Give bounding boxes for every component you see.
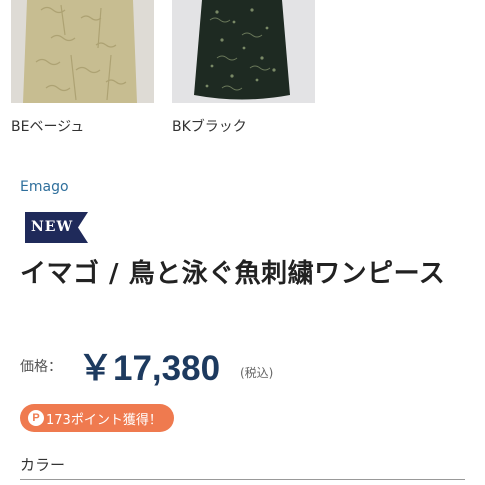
black-dress-photo[interactable]	[172, 0, 315, 103]
variant-black[interactable]: BKブラック	[172, 0, 315, 135]
beige-dress-photo[interactable]	[11, 0, 154, 103]
new-badge: NEW	[25, 212, 88, 243]
points-text: 173ポイント獲得！	[46, 412, 162, 428]
product-title: イマゴ / 鳥と泳ぐ魚刺繍ワンピース	[20, 259, 446, 289]
divider	[20, 479, 465, 480]
color-section-label: カラー	[20, 456, 66, 474]
variant-black-label: BKブラック	[172, 119, 247, 135]
tax-note: (税込)	[240, 366, 274, 380]
price-value: ￥17,380	[78, 349, 221, 388]
points-badge: P 173ポイント獲得！	[20, 404, 174, 432]
variant-beige-label: BEベージュ	[11, 119, 85, 135]
brand-link[interactable]: Emago	[20, 179, 69, 195]
points-icon: P	[28, 410, 44, 426]
price-label: 価格：	[20, 359, 62, 375]
new-badge-label: NEW	[31, 219, 74, 235]
variant-beige[interactable]: BEベージュ	[11, 0, 154, 135]
